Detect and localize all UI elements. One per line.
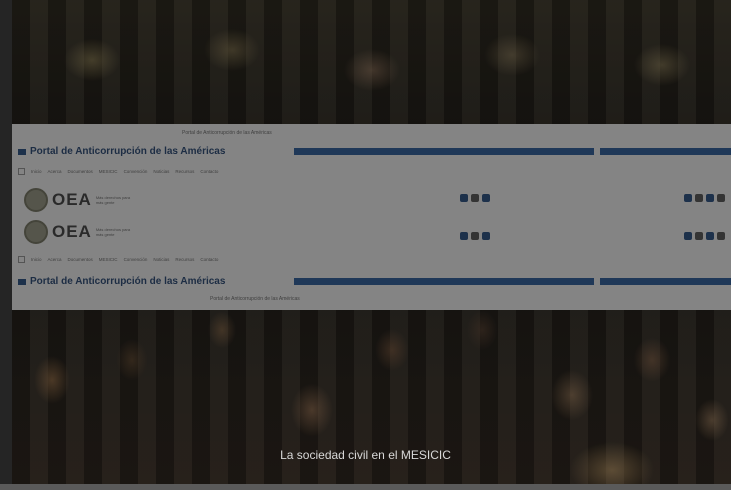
nav-item[interactable]: Documentos <box>68 169 93 174</box>
logo-tagline: Más derechos para más gente <box>95 227 131 237</box>
nav-item[interactable]: Recursos <box>175 257 194 262</box>
nav-item[interactable]: Inicio <box>31 169 42 174</box>
header-bar <box>600 148 731 155</box>
portal-title: Portal de Anticorrupción de las Américas <box>30 276 226 287</box>
oas-seal-icon <box>24 188 48 212</box>
oea-logo: OEA Más derechos para más gente <box>24 188 132 212</box>
youtube-icon[interactable] <box>482 194 490 202</box>
social-icons <box>460 194 490 202</box>
facebook-icon[interactable] <box>460 232 468 240</box>
twitter-icon[interactable] <box>695 232 703 240</box>
menu-icon[interactable] <box>18 168 25 175</box>
social-icons <box>460 232 490 240</box>
oea-logo: OEA Más derechos para más gente <box>24 220 132 244</box>
nav-item[interactable]: MESICIC <box>99 257 118 262</box>
nav-item[interactable]: Noticias <box>153 257 169 262</box>
header-bar <box>294 278 594 285</box>
youtube-icon[interactable] <box>706 232 714 240</box>
facebook-icon[interactable] <box>684 194 692 202</box>
youtube-icon[interactable] <box>482 232 490 240</box>
nav-item[interactable]: Contacto <box>200 169 218 174</box>
social-icons <box>684 232 725 240</box>
menu-icon[interactable] <box>18 256 25 263</box>
portal-title-row: Portal de Anticorrupción de las Américas <box>18 276 225 287</box>
header-bar <box>294 148 594 155</box>
nav-item[interactable]: MESICIC <box>99 169 118 174</box>
nav-item[interactable]: Acerca <box>48 169 62 174</box>
portal-title: Portal de Anticorrupción de las Américas <box>30 146 226 157</box>
nav-item[interactable]: Inicio <box>31 257 42 262</box>
preview-bottom-caption: Portal de Anticorrupción de las Américas <box>210 296 300 302</box>
page-preview-panel: Portal de Anticorrupción de las Américas… <box>12 124 731 310</box>
twitter-icon[interactable] <box>471 232 479 240</box>
flag-icon <box>18 148 26 155</box>
facebook-icon[interactable] <box>684 232 692 240</box>
oas-seal-icon <box>24 220 48 244</box>
nav-item[interactable]: Recursos <box>175 169 194 174</box>
logo-tagline: Más derechos para más gente <box>95 195 131 205</box>
facebook-icon[interactable] <box>460 194 468 202</box>
nav-item[interactable]: Acerca <box>48 257 62 262</box>
nav-item[interactable]: Noticias <box>153 169 169 174</box>
hero-banner: Portal de Anticorrupción de las Américas… <box>0 0 731 490</box>
hero-caption: La sociedad civil en el MESICIC <box>280 448 451 462</box>
nav-row: Inicio Acerca Documentos MESICIC Convenc… <box>18 168 218 175</box>
social-icons <box>684 194 725 202</box>
youtube-icon[interactable] <box>706 194 714 202</box>
portal-title-row: Portal de Anticorrupción de las Américas <box>18 146 225 157</box>
nav-item[interactable]: Documentos <box>68 257 93 262</box>
share-icon[interactable] <box>717 194 725 202</box>
flag-icon <box>18 278 26 285</box>
nav-item[interactable]: Contacto <box>200 257 218 262</box>
header-bar <box>600 278 731 285</box>
preview-top-caption: Portal de Anticorrupción de las Américas <box>182 130 272 136</box>
twitter-icon[interactable] <box>695 194 703 202</box>
bottom-strip <box>0 484 731 490</box>
twitter-icon[interactable] <box>471 194 479 202</box>
nav-item[interactable]: Convención <box>124 257 148 262</box>
nav-row: Inicio Acerca Documentos MESICIC Convenc… <box>18 256 218 263</box>
left-edge <box>0 0 12 490</box>
logo-text: OEA <box>52 222 92 241</box>
logo-text: OEA <box>52 190 92 209</box>
share-icon[interactable] <box>717 232 725 240</box>
nav-item[interactable]: Convención <box>124 169 148 174</box>
